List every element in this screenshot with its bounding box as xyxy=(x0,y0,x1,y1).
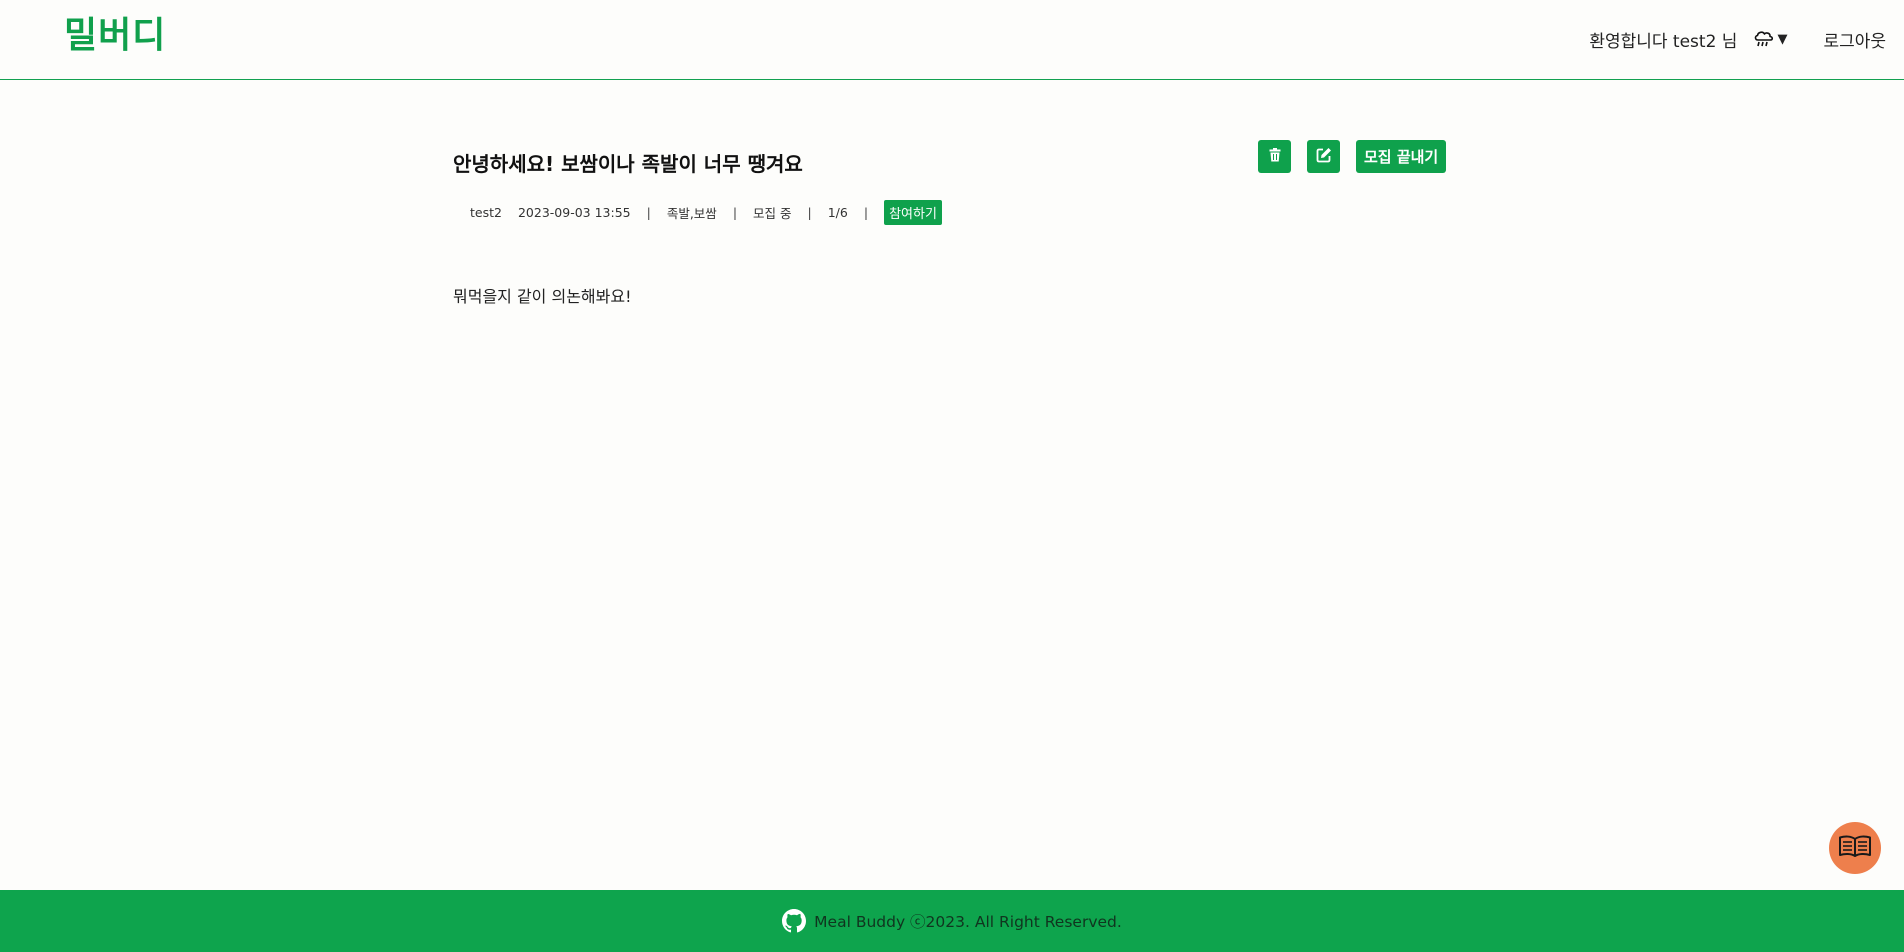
welcome-text: 환영합니다 test2 님 xyxy=(1589,31,1738,52)
divider: | xyxy=(732,205,738,220)
logout-link[interactable]: 로그아웃 xyxy=(1823,27,1886,52)
post-author: test2 xyxy=(470,205,502,220)
caret-down-icon: ▼ xyxy=(1777,31,1788,47)
post-date: 2023-09-03 13:55 xyxy=(517,205,631,220)
close-recruitment-button[interactable]: 모집 끝내기 xyxy=(1356,140,1447,173)
edit-button[interactable] xyxy=(1307,140,1340,173)
post-meta: test2 2023-09-03 13:55 | 족발,보쌈 | 모집 중 | … xyxy=(470,200,942,225)
join-button[interactable]: 참여하기 xyxy=(884,200,942,225)
divider: | xyxy=(807,205,812,220)
trash-icon xyxy=(1269,147,1281,166)
open-book-icon xyxy=(1838,834,1872,862)
divider: | xyxy=(863,205,869,220)
divider: | xyxy=(646,205,651,220)
header: 밀버디 환영합니다 test2 님 ▼ 로그아웃 xyxy=(0,0,1904,80)
post-title: 안녕하세요! 보쌈이나 족발이 너무 땡겨요 xyxy=(453,152,803,176)
post-actions: 모집 끝내기 xyxy=(1258,140,1447,173)
post-status: 모집 중 xyxy=(753,206,792,221)
rain-cloud-icon xyxy=(1753,29,1775,49)
post-body: 뭐먹을지 같이 의논해봐요! xyxy=(453,287,632,306)
logo[interactable]: 밀버디 xyxy=(64,14,166,58)
github-icon[interactable] xyxy=(782,909,807,933)
post-menu: 족발,보쌈 xyxy=(666,206,717,221)
participant-count: 1/6 xyxy=(827,205,848,220)
delete-button[interactable] xyxy=(1258,140,1291,173)
guide-button[interactable] xyxy=(1829,822,1881,874)
footer: Meal Buddy ⓒ2023. All Right Reserved. xyxy=(0,890,1904,952)
header-right: 환영합니다 test2 님 ▼ 로그아웃 xyxy=(1589,24,1886,54)
footer-text: Meal Buddy ⓒ2023. All Right Reserved. xyxy=(814,913,1122,931)
weather-dropdown[interactable]: ▼ xyxy=(1753,29,1787,49)
edit-icon xyxy=(1316,147,1332,167)
